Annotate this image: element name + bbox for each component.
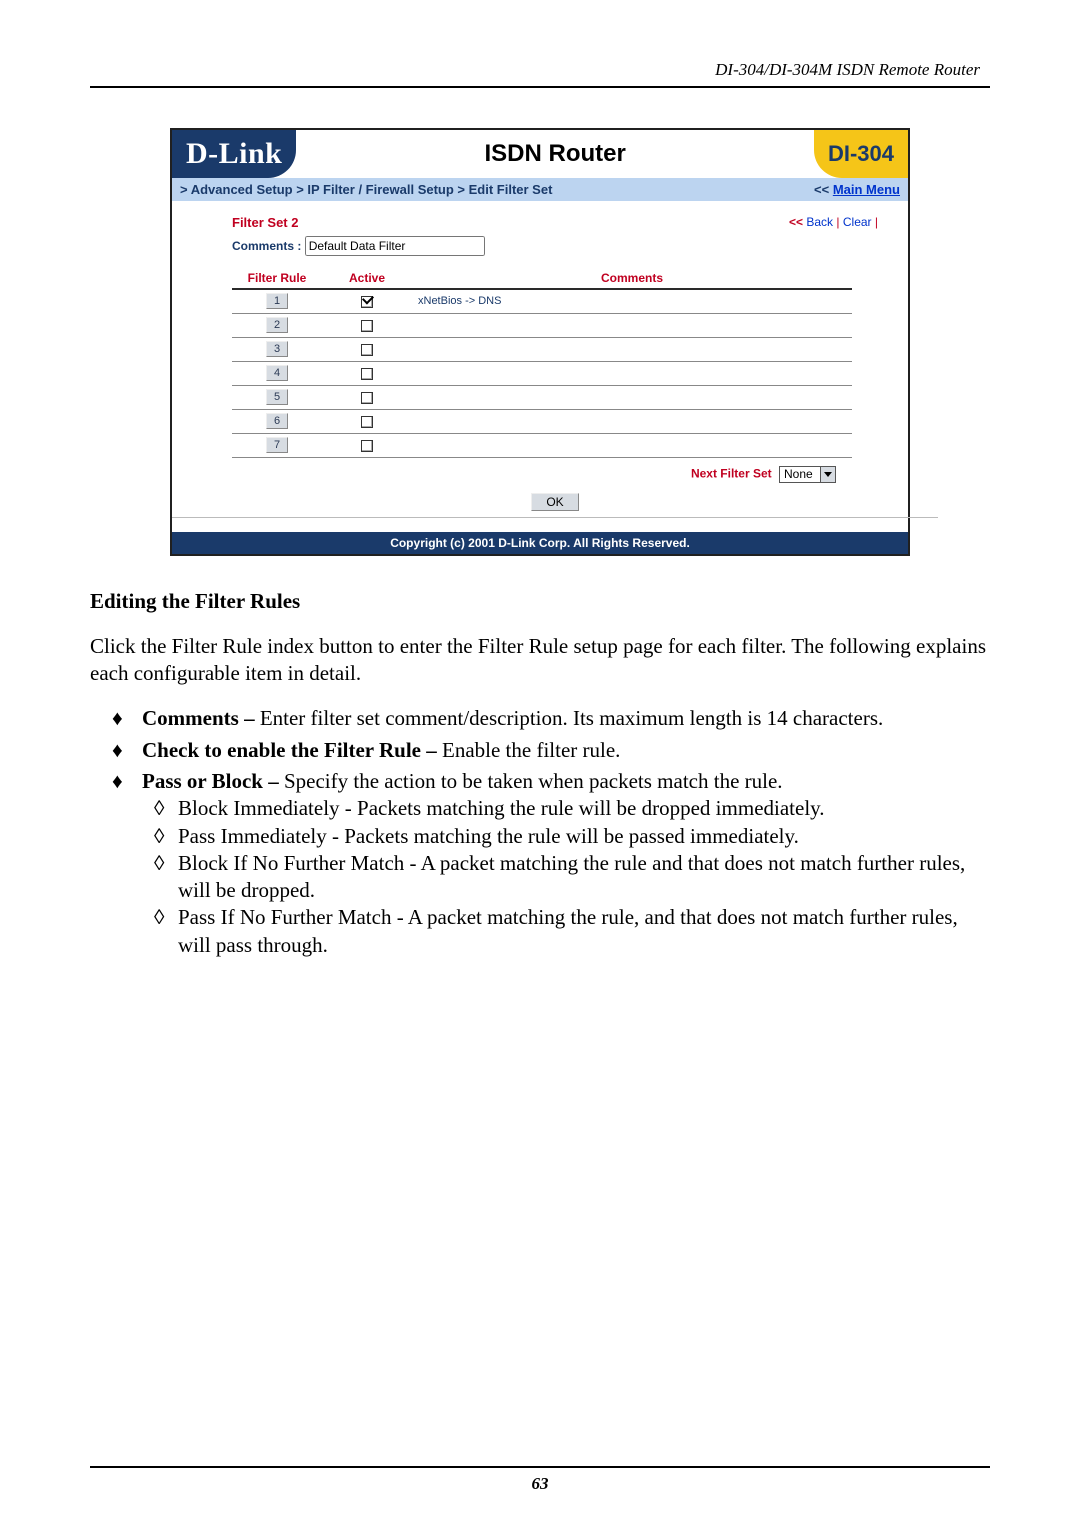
list-item-text: Enable the filter rule. <box>437 738 621 762</box>
filter-rule-button[interactable]: 7 <box>266 437 288 453</box>
comments-label: Comments : <box>232 239 301 253</box>
col-active: Active <box>322 268 412 289</box>
col-comments: Comments <box>412 268 852 289</box>
table-row: 7 <box>232 433 852 457</box>
trail-pipe: | <box>872 215 878 229</box>
next-filter-set-value: None <box>779 466 821 483</box>
active-checkbox[interactable] <box>361 320 373 332</box>
comments-input[interactable] <box>305 236 485 256</box>
active-checkbox[interactable] <box>361 368 373 380</box>
back-arrows: << <box>789 215 806 229</box>
page-number: 63 <box>0 1474 1080 1494</box>
rule-comment <box>412 337 852 361</box>
rule-comment <box>412 433 852 457</box>
table-row: 3 <box>232 337 852 361</box>
comments-row: Comments : <box>232 236 878 256</box>
sub-list-item: Pass Immediately - Packets matching the … <box>178 823 990 850</box>
chevron-down-icon[interactable] <box>821 466 836 483</box>
router-title: ISDN Router <box>296 140 814 168</box>
rule-comment <box>412 361 852 385</box>
table-row: 4 <box>232 361 852 385</box>
active-checkbox[interactable] <box>361 440 373 452</box>
brand-logo: D-Link <box>186 137 282 171</box>
filter-set-label: Filter Set 2 <box>232 215 298 230</box>
separator: | <box>833 215 843 229</box>
filter-rules-table: Filter Rule Active Comments 1 xNetBios ->… <box>232 268 852 458</box>
filter-rule-button[interactable]: 3 <box>266 341 288 357</box>
horizontal-rule <box>90 86 990 88</box>
col-rule: Filter Rule <box>232 268 322 289</box>
table-row: 1 xNetBios -> DNS <box>232 289 852 313</box>
table-row: 2 <box>232 313 852 337</box>
list-item-label: Comments – <box>142 706 255 730</box>
next-filter-set-label: Next Filter Set <box>691 466 772 480</box>
filter-rule-button[interactable]: 2 <box>266 317 288 333</box>
horizontal-rule-bottom <box>90 1466 990 1468</box>
filter-rule-button[interactable]: 4 <box>266 365 288 381</box>
section-title: Editing the Filter Rules <box>90 588 990 615</box>
breadcrumb-path: > Advanced Setup > IP Filter / Firewall … <box>180 182 552 197</box>
back-link[interactable]: Back <box>806 215 833 229</box>
copyright-footer: Copyright (c) 2001 D-Link Corp. All Righ… <box>172 532 908 554</box>
list-item: Pass or Block – Specify the action to be… <box>142 768 990 959</box>
filter-rule-button[interactable]: 1 <box>266 293 288 309</box>
active-checkbox[interactable] <box>361 344 373 356</box>
breadcrumb: > Advanced Setup > IP Filter / Firewall … <box>172 178 908 201</box>
sub-list-item: Block If No Further Match - A packet mat… <box>178 850 990 905</box>
active-checkbox[interactable] <box>361 296 373 308</box>
table-row: 6 <box>232 409 852 433</box>
list-item-text: Enter filter set comment/description. It… <box>255 706 884 730</box>
active-checkbox[interactable] <box>361 416 373 428</box>
ok-button[interactable]: OK <box>531 493 578 511</box>
rule-comment <box>412 313 852 337</box>
list-item-label: Pass or Block – <box>142 769 279 793</box>
next-filter-set-row: Next Filter Set None <box>232 466 878 483</box>
filter-rule-button[interactable]: 6 <box>266 413 288 429</box>
logo-wrap: D-Link <box>172 130 296 178</box>
main-menu-prefix: << <box>814 182 833 197</box>
router-screenshot: D-Link ISDN Router DI-304 > Advanced Set… <box>170 128 910 556</box>
list-item-label: Check to enable the Filter Rule – <box>142 738 437 762</box>
rule-comment <box>412 409 852 433</box>
page-header: DI-304/DI-304M ISDN Remote Router <box>90 60 990 80</box>
filter-set-links: << Back | Clear | <box>789 215 878 230</box>
sub-list-item: Pass If No Further Match - A packet matc… <box>178 904 990 959</box>
rule-comment: xNetBios -> DNS <box>412 289 852 313</box>
table-row: 5 <box>232 385 852 409</box>
clear-link[interactable]: Clear <box>843 215 872 229</box>
sub-list-item: Block Immediately - Packets matching the… <box>178 795 990 822</box>
next-filter-set-select[interactable]: None <box>779 466 836 483</box>
router-top-bar: D-Link ISDN Router DI-304 <box>172 130 908 178</box>
active-checkbox[interactable] <box>361 392 373 404</box>
filter-rule-button[interactable]: 5 <box>266 389 288 405</box>
list-item: Check to enable the Filter Rule – Enable… <box>142 737 990 764</box>
main-menu-link[interactable]: Main Menu <box>833 182 900 197</box>
document-body: Editing the Filter Rules Click the Filte… <box>90 588 990 960</box>
section-intro: Click the Filter Rule index button to en… <box>90 633 990 688</box>
list-item: Comments – Enter filter set comment/desc… <box>142 705 990 732</box>
main-menu-wrap: << Main Menu <box>814 182 900 197</box>
list-item-text: Specify the action to be taken when pack… <box>279 769 783 793</box>
model-badge: DI-304 <box>814 130 908 178</box>
rule-comment <box>412 385 852 409</box>
